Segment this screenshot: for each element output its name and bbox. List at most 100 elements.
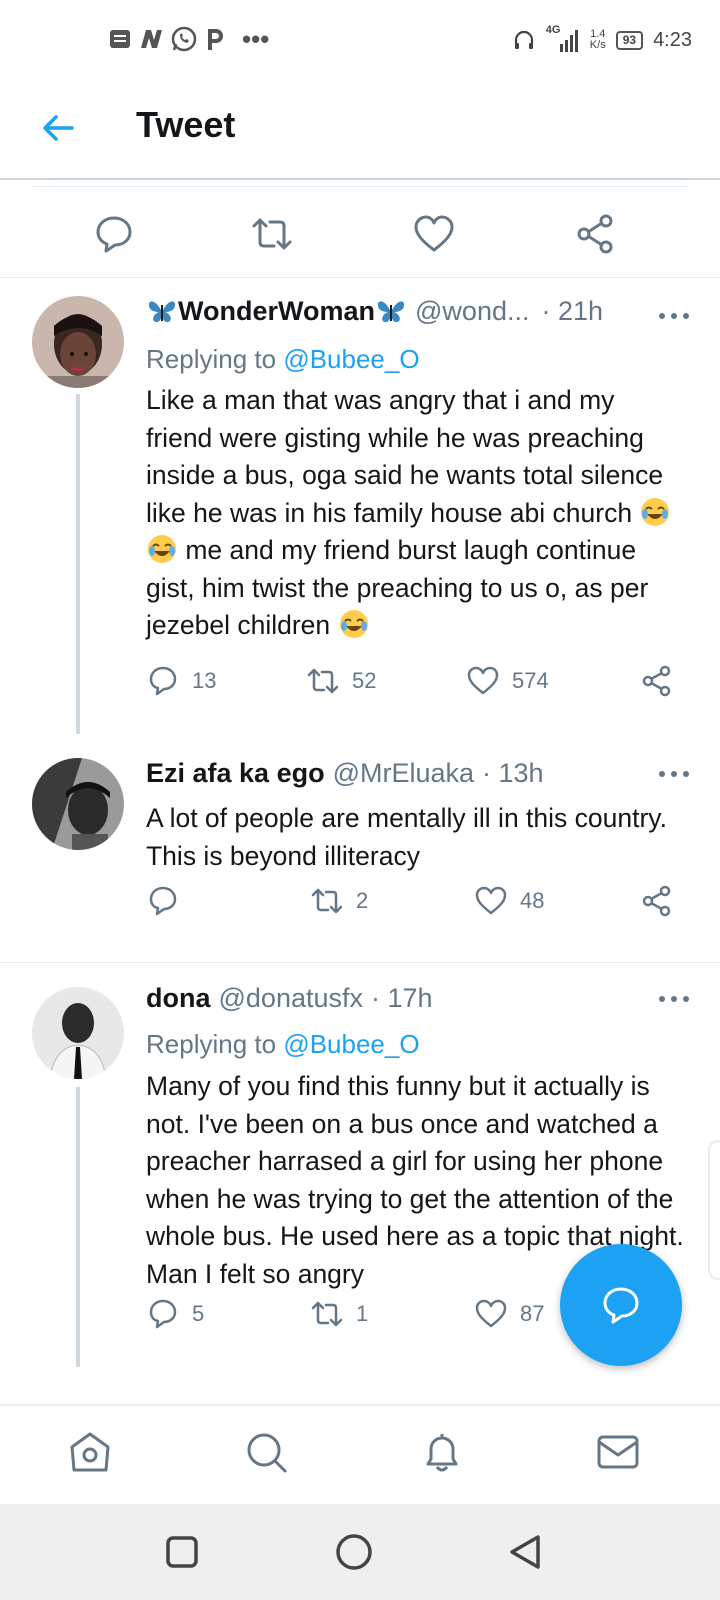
retweet-count: 1	[356, 1301, 369, 1326]
retweet-button[interactable]: 52	[306, 664, 376, 698]
compose-reply-button[interactable]	[560, 1244, 682, 1366]
tweet-text: Like a man that was angry that i and my …	[146, 382, 686, 645]
tweet-reply[interactable]: Ezi afa ka ego @MrEluaka · 13h A lot of …	[0, 738, 720, 962]
thread-line	[76, 394, 80, 734]
reply-icon[interactable]	[92, 212, 136, 256]
bottom-navigation	[0, 1404, 720, 1504]
main-tweet-actions	[0, 200, 720, 278]
tears-of-joy-emoji-icon	[339, 610, 368, 638]
like-icon	[467, 666, 499, 695]
display-name[interactable]: WonderWoman	[178, 296, 375, 327]
page-title: Tweet	[136, 104, 236, 145]
home-button-icon[interactable]	[332, 1530, 376, 1574]
retweet-count: 2	[356, 888, 369, 913]
display-name[interactable]: Ezi afa ka ego	[146, 758, 325, 789]
tweet-actions: 2 48	[146, 884, 686, 924]
tweet-text: A lot of people are mentally ill in this…	[146, 803, 667, 871]
avatar[interactable]	[32, 987, 124, 1079]
status-more: •••	[242, 24, 270, 54]
headphones-icon	[514, 30, 533, 49]
share-button[interactable]	[640, 884, 674, 918]
share-icon	[642, 885, 671, 917]
tweet-reply[interactable]: WonderWoman @wond... · 21h Replying to @…	[0, 278, 720, 738]
back-arrow-icon[interactable]	[38, 108, 78, 148]
user-handle[interactable]: @wond...	[415, 296, 529, 327]
search-icon[interactable]	[242, 1428, 290, 1476]
tears-of-joy-emoji-icon	[641, 497, 670, 526]
like-button[interactable]: 48	[474, 884, 544, 918]
signal-indicator: 4G	[545, 24, 580, 54]
reply-button[interactable]: 13	[146, 664, 216, 698]
avatar[interactable]	[32, 758, 124, 850]
more-options-icon[interactable]	[656, 989, 692, 1009]
reply-count: 5	[192, 1301, 205, 1326]
notifications-icon[interactable]	[418, 1428, 466, 1476]
like-icon[interactable]	[412, 212, 456, 256]
replying-to: Replying to @Bubee_O	[146, 1029, 420, 1059]
reply-button[interactable]: 5	[146, 1297, 204, 1331]
tweet-time: · 17h	[371, 983, 433, 1013]
like-count: 574	[512, 668, 549, 693]
status-left-icons: •••	[108, 24, 269, 54]
retweet-icon	[311, 1301, 343, 1327]
tweet-header: WonderWoman @wond... · 21h	[146, 296, 680, 327]
retweet-icon	[311, 888, 343, 914]
compose-reply-icon	[603, 1287, 639, 1324]
battery-indicator: 93	[615, 30, 644, 50]
retweet-button[interactable]: 1	[310, 1297, 368, 1331]
like-icon	[475, 1299, 507, 1328]
share-icon	[642, 665, 671, 697]
tweet-header: Ezi afa ka ego @MrEluaka · 13h	[146, 758, 680, 789]
divider	[33, 186, 687, 187]
user-handle[interactable]: @donatusfx	[219, 983, 364, 1014]
avatar[interactable]	[32, 296, 124, 388]
mention-link[interactable]: @Bubee_O	[283, 1029, 419, 1059]
retweet-icon[interactable]	[250, 212, 294, 256]
scroll-edge-handle[interactable]	[708, 1140, 720, 1280]
p-icon	[208, 29, 223, 50]
messages-icon[interactable]	[594, 1428, 642, 1476]
status-bar: ••• 4G 1.4 K/s 93 4:23	[0, 0, 720, 80]
status-right: 4G 1.4 K/s 93 4:23	[512, 24, 692, 54]
butterfly-emoji-icon	[146, 297, 178, 327]
reply-button[interactable]	[146, 884, 192, 918]
reply-icon	[149, 886, 177, 916]
notification-icon	[110, 30, 130, 48]
like-icon	[475, 886, 507, 915]
display-name[interactable]: dona	[146, 983, 211, 1014]
recent-apps-icon[interactable]	[160, 1530, 204, 1574]
like-count: 87	[520, 1301, 545, 1326]
n-icon	[141, 30, 162, 48]
tweet-time: · 13h	[482, 758, 544, 788]
like-button[interactable]: 574	[466, 664, 549, 698]
user-handle[interactable]: @MrEluaka	[333, 758, 474, 789]
like-count: 48	[520, 888, 545, 913]
system-navigation-bar	[0, 1504, 720, 1600]
app-header: Tweet	[0, 80, 720, 180]
reply-icon	[149, 1299, 177, 1329]
reply-count: 13	[192, 668, 217, 693]
retweet-count: 52	[352, 668, 377, 693]
tweet-header: dona @donatusfx · 17h	[146, 983, 680, 1014]
thread-line	[76, 1087, 80, 1367]
whatsapp-icon	[171, 26, 197, 52]
tweet-time: · 21h	[541, 296, 604, 326]
home-icon[interactable]	[66, 1428, 114, 1476]
more-options-icon[interactable]	[656, 306, 692, 326]
more-options-icon[interactable]	[656, 764, 692, 784]
replying-to: Replying to @Bubee_O	[146, 344, 420, 374]
network-type: 4G	[545, 24, 561, 36]
retweet-button[interactable]: 2	[310, 884, 368, 918]
tears-of-joy-emoji-icon	[148, 535, 176, 563]
mention-link[interactable]: @Bubee_O	[283, 344, 419, 374]
like-button[interactable]: 87	[474, 1297, 544, 1331]
retweet-icon	[307, 668, 339, 694]
share-icon[interactable]	[574, 212, 618, 256]
clock: 4:23	[653, 28, 692, 51]
reply-icon	[149, 666, 177, 696]
tweet-actions: 13 52 574	[146, 664, 686, 704]
share-button[interactable]	[640, 664, 674, 698]
network-speed: 1.4 K/s	[589, 28, 606, 51]
butterfly-emoji-icon	[375, 297, 407, 327]
back-button-icon[interactable]	[504, 1530, 548, 1574]
